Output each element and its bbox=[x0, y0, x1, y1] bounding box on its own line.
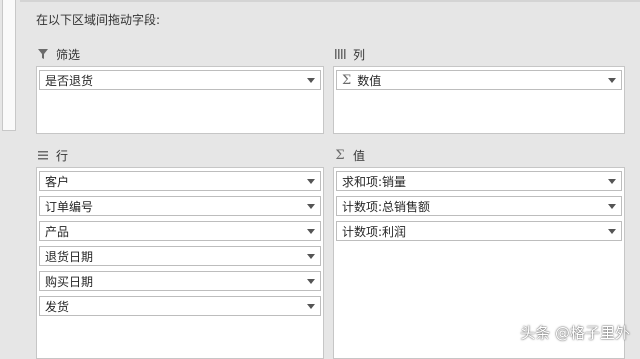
rows-header: 行 bbox=[36, 145, 68, 165]
chevron-down-icon[interactable] bbox=[603, 172, 621, 190]
chevron-down-icon[interactable] bbox=[603, 197, 621, 215]
field-chip[interactable]: 购买日期 bbox=[39, 271, 321, 291]
chevron-down-icon[interactable] bbox=[302, 297, 320, 315]
field-label: 产品 bbox=[45, 224, 70, 239]
filters-area: 筛选 是否退货 bbox=[36, 44, 324, 134]
field-chip[interactable]: 是否退货 bbox=[39, 70, 321, 90]
chevron-down-icon[interactable] bbox=[603, 71, 621, 89]
filter-icon bbox=[36, 47, 50, 61]
field-label: 订单编号 bbox=[45, 199, 94, 214]
field-label: 计数项:总销售额 bbox=[342, 199, 431, 214]
field-chip[interactable]: 计数项:总销售额 bbox=[336, 196, 622, 216]
field-label: 购买日期 bbox=[45, 274, 94, 289]
values-title: 值 bbox=[353, 148, 366, 163]
columns-area: 列 Σ 数值 bbox=[333, 44, 625, 134]
field-chip[interactable]: Σ 数值 bbox=[336, 70, 622, 90]
columns-icon bbox=[333, 47, 347, 61]
field-label: 发货 bbox=[45, 299, 70, 314]
field-chip[interactable]: 计数项:利润 bbox=[336, 221, 622, 241]
values-header: Σ 值 bbox=[333, 145, 365, 165]
watermark: 头条 @格子里外 bbox=[520, 324, 630, 342]
field-chip[interactable]: 产品 bbox=[39, 221, 321, 241]
pane-top-edge bbox=[20, 0, 640, 2]
chevron-down-icon[interactable] bbox=[603, 222, 621, 240]
drag-instruction: 在以下区域间拖动字段: bbox=[36, 13, 161, 27]
field-label: 求和项:销量 bbox=[342, 174, 407, 189]
rows-icon bbox=[36, 148, 50, 162]
rows-title: 行 bbox=[56, 148, 69, 163]
filters-drop-zone[interactable]: 是否退货 bbox=[36, 66, 324, 134]
field-label: 是否退货 bbox=[45, 73, 94, 88]
field-label: 计数项:利润 bbox=[342, 224, 407, 239]
chevron-down-icon[interactable] bbox=[302, 222, 320, 240]
columns-header: 列 bbox=[333, 44, 365, 64]
rows-drop-zone[interactable]: 客户 订单编号 产品 退货日期 购买日期 发货 bbox=[36, 167, 324, 359]
rows-area: 行 客户 订单编号 产品 退货日期 购买日期 发货 bbox=[36, 145, 324, 359]
chevron-down-icon[interactable] bbox=[302, 272, 320, 290]
field-label: 退货日期 bbox=[45, 249, 94, 264]
filters-header: 筛选 bbox=[36, 44, 80, 64]
chevron-down-icon[interactable] bbox=[302, 172, 320, 190]
field-chip[interactable]: 求和项:销量 bbox=[336, 171, 622, 191]
sigma-icon: Σ bbox=[335, 147, 345, 163]
chevron-down-icon[interactable] bbox=[302, 71, 320, 89]
field-chip[interactable]: 退货日期 bbox=[39, 246, 321, 266]
filters-title: 筛选 bbox=[56, 47, 81, 62]
chevron-down-icon[interactable] bbox=[302, 247, 320, 265]
vertical-scrollbar[interactable] bbox=[2, 0, 16, 131]
field-chip[interactable]: 订单编号 bbox=[39, 196, 321, 216]
chevron-down-icon[interactable] bbox=[302, 197, 320, 215]
field-chip[interactable]: 客户 bbox=[39, 171, 321, 191]
columns-title: 列 bbox=[353, 47, 366, 62]
field-label: 数值 bbox=[357, 73, 382, 88]
field-label: 客户 bbox=[45, 174, 70, 189]
left-rail bbox=[0, 0, 20, 353]
field-chip[interactable]: 发货 bbox=[39, 296, 321, 316]
sigma-icon: Σ bbox=[342, 72, 352, 88]
columns-drop-zone[interactable]: Σ 数值 bbox=[333, 66, 625, 134]
